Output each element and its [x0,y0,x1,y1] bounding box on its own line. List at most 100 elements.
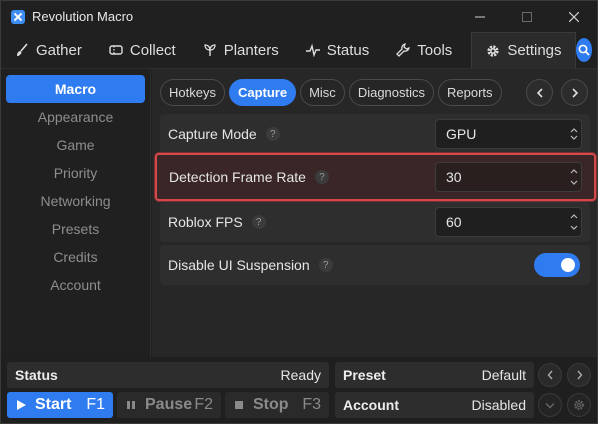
sidebar-item-account[interactable]: Account [6,271,145,299]
start-hotkey: F1 [86,396,105,413]
play-icon [17,400,26,410]
plant-icon [203,43,217,57]
preset-value: Default [481,367,526,383]
tab-gather[interactable]: Gather [1,32,95,68]
window-title: Revolution Macro [32,9,134,24]
account-settings-button[interactable] [567,393,591,417]
sidebar-item-credits[interactable]: Credits [6,243,145,271]
subtab-capture[interactable]: Capture [228,79,297,106]
start-label: Start [35,396,72,413]
chevron-up-icon [570,214,577,219]
account-value: Disabled [471,397,526,413]
maximize-button[interactable] [503,1,550,32]
tab-label: Settings [507,42,562,59]
stop-button[interactable]: Stop F3 [225,392,329,418]
minimize-button[interactable] [456,1,503,32]
stop-icon [235,401,243,409]
subtab-diagnostics[interactable]: Diagnostics [348,79,435,106]
setting-detection-frame-rate: Detection Frame Rate ? 30 [155,153,596,201]
help-icon[interactable]: ? [251,215,266,229]
pause-hotkey: F2 [194,396,213,413]
chevron-right-icon [571,87,578,98]
tab-label: Collect [129,41,176,59]
roblox-fps-spinbox[interactable]: 60 [435,207,582,237]
account-dropdown-button[interactable] [538,393,562,417]
tab-label: Status [326,41,370,59]
capture-mode-select[interactable]: GPU [435,119,582,149]
search-icon [578,44,590,56]
setting-label: Disable UI Suspension [168,257,310,273]
window-controls [456,1,597,32]
toggle-knob [561,258,575,272]
status-label: Status [15,367,58,383]
tab-status[interactable]: Status [292,32,383,68]
app-logo-icon [11,9,25,24]
subtab-misc[interactable]: Misc [300,79,345,106]
search-button[interactable] [575,38,592,62]
subtab-prev-button[interactable] [526,79,553,106]
tab-planters[interactable]: Planters [189,32,292,68]
chevron-down-icon [545,402,555,408]
sidebar-item-priority[interactable]: Priority [6,159,145,187]
spinbox-arrows[interactable] [566,208,581,236]
pause-button[interactable]: Pause F2 [117,392,221,418]
settings-sidebar: Macro Appearance Game Priority Networkin… [1,69,151,357]
setting-label: Capture Mode [168,126,257,142]
account-panel: Account Disabled [335,392,534,418]
chevron-up-icon [570,169,577,174]
setting-capture-mode: Capture Mode ? GPU [160,114,590,154]
status-value: Ready [280,367,321,383]
chevron-down-icon [570,180,577,185]
sidebar-item-presets[interactable]: Presets [6,215,145,243]
disable-ui-suspension-toggle[interactable] [534,253,580,277]
minimize-icon [474,16,485,17]
setting-label: Detection Frame Rate [169,169,306,185]
app-window: Revolution Macro Gather Collect Planters… [0,0,598,424]
brush-icon [15,43,29,57]
tab-label: Tools [417,41,453,59]
preset-panel: Preset Default [335,362,534,388]
preset-label: Preset [343,367,386,383]
close-button[interactable] [550,1,597,32]
status-bar: Status Ready Preset Default Start F1 Pau… [1,357,597,423]
sidebar-item-appearance[interactable]: Appearance [6,103,145,131]
subtab-next-button[interactable] [561,79,588,106]
gear-icon [486,44,500,58]
chevron-left-icon [547,370,553,380]
start-button[interactable]: Start F1 [7,392,113,418]
title-bar[interactable]: Revolution Macro [1,1,597,32]
maximize-icon [521,11,532,22]
subtab-reports[interactable]: Reports [438,79,502,106]
tab-settings[interactable]: Settings [471,32,576,68]
pause-label: Pause [145,396,193,413]
close-icon [568,11,579,22]
stop-label: Stop [253,396,289,413]
tab-label: Gather [36,41,82,59]
subtab-hotkeys[interactable]: Hotkeys [160,79,225,106]
status-panel: Status Ready [7,362,329,388]
sidebar-item-macro[interactable]: Macro [6,75,145,103]
spinbox-value: 30 [446,169,462,185]
help-icon[interactable]: ? [318,258,333,272]
subtab-bar: Hotkeys Capture Misc Diagnostics Reports [160,79,502,106]
spinbox-arrows[interactable] [566,163,581,191]
account-label: Account [343,397,399,413]
tab-collect[interactable]: Collect [95,32,189,68]
ticket-icon [109,43,123,57]
setting-disable-ui-suspension: Disable UI Suspension ? [160,245,590,285]
sidebar-item-networking[interactable]: Networking [6,187,145,215]
tab-tools[interactable]: Tools [382,32,465,68]
chevron-left-icon [536,87,543,98]
sidebar-item-game[interactable]: Game [6,131,145,159]
preset-next-button[interactable] [567,363,591,387]
setting-roblox-fps: Roblox FPS ? 60 [160,202,590,242]
help-icon[interactable]: ? [265,127,280,141]
preset-prev-button[interactable] [538,363,562,387]
setting-label: Roblox FPS [168,214,243,230]
spinbox-value: 60 [446,214,462,230]
detection-frame-rate-spinbox[interactable]: 30 [435,162,582,192]
wrench-icon [396,43,411,57]
stop-hotkey: F3 [302,396,321,413]
updown-chevron-icon [566,120,581,148]
help-icon[interactable]: ? [314,170,329,184]
